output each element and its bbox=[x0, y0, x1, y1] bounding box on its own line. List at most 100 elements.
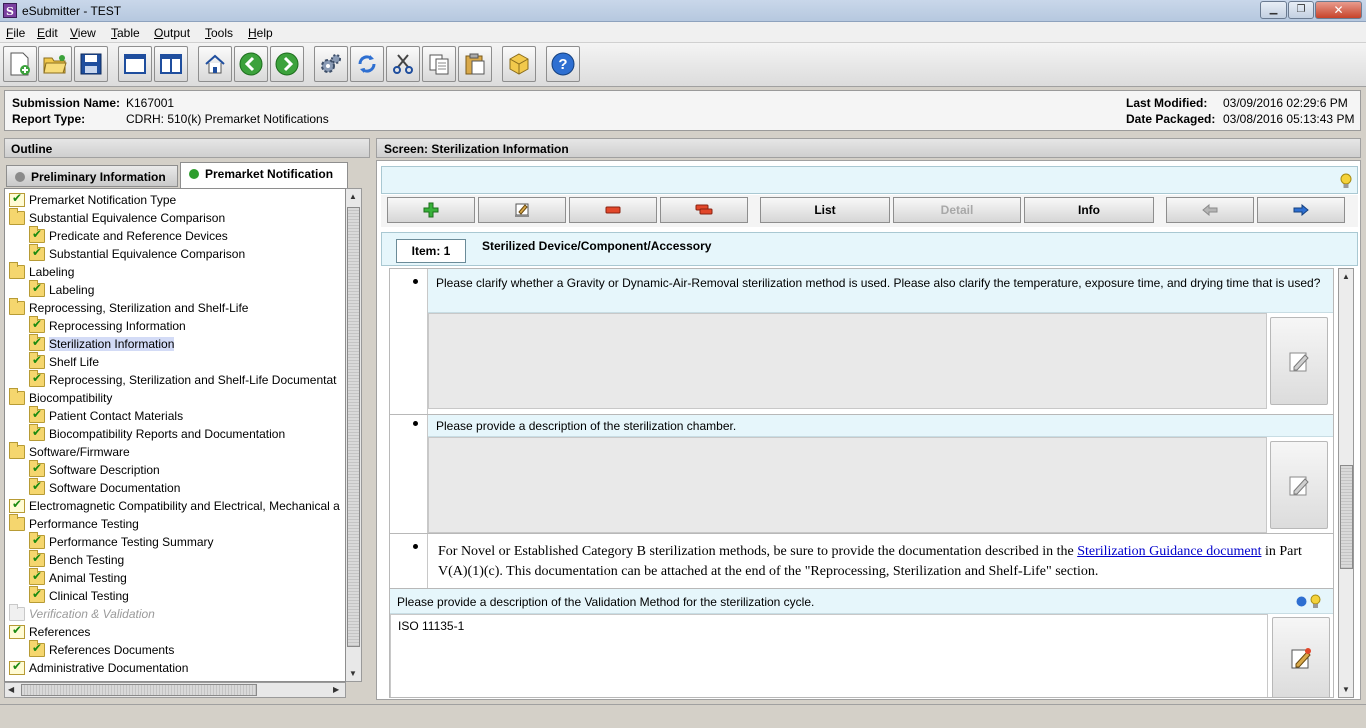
tree-item[interactable]: Labeling bbox=[29, 280, 94, 299]
tree-item[interactable]: Shelf Life bbox=[29, 352, 99, 371]
answer-field[interactable] bbox=[428, 437, 1267, 533]
tree-item[interactable]: Software/Firmware bbox=[9, 442, 130, 461]
tree-item[interactable]: Substantial Equivalence Comparison bbox=[29, 244, 245, 263]
back-icon bbox=[239, 52, 263, 76]
scroll-right-icon[interactable]: ▶ bbox=[333, 685, 339, 694]
answer-field[interactable] bbox=[428, 313, 1267, 409]
tab-preliminary-information[interactable]: Preliminary Information bbox=[6, 165, 178, 187]
copy-button[interactable] bbox=[422, 46, 456, 82]
tree-item[interactable]: Labeling bbox=[9, 262, 74, 281]
menu-edit[interactable]: Edit bbox=[37, 26, 58, 40]
scroll-up-icon[interactable]: ▲ bbox=[349, 192, 357, 201]
open-button[interactable] bbox=[38, 46, 72, 82]
tree-item[interactable]: Reprocessing Information bbox=[29, 316, 186, 335]
folder-check-icon bbox=[29, 532, 45, 549]
tree-item[interactable]: Clinical Testing bbox=[29, 586, 129, 605]
sterilization-guidance-link[interactable]: Sterilization Guidance document bbox=[1077, 544, 1261, 559]
tree-item[interactable]: Animal Testing bbox=[29, 568, 127, 587]
info-dot-icon[interactable] bbox=[1296, 596, 1307, 607]
tree-item[interactable]: Performance Testing bbox=[9, 514, 139, 533]
scroll-thumb[interactable] bbox=[21, 684, 257, 696]
menu-table[interactable]: Table bbox=[111, 26, 140, 40]
save-button[interactable] bbox=[74, 46, 108, 82]
questions-vertical-scrollbar[interactable]: ▲ ▼ bbox=[1338, 268, 1354, 698]
window-button[interactable] bbox=[118, 46, 152, 82]
edit-answer-button[interactable] bbox=[1272, 617, 1330, 697]
scroll-thumb[interactable] bbox=[347, 207, 360, 647]
tree-item[interactable]: Performance Testing Summary bbox=[29, 532, 214, 551]
add-item-button[interactable] bbox=[387, 197, 475, 223]
tree-item[interactable]: Verification & Validation bbox=[9, 604, 155, 623]
split-view-button[interactable] bbox=[154, 46, 188, 82]
edit-record-button[interactable] bbox=[478, 197, 566, 223]
lightbulb-icon[interactable] bbox=[1310, 594, 1321, 609]
item-tab[interactable]: Item: 1 bbox=[396, 239, 466, 263]
paste-button[interactable] bbox=[458, 46, 492, 82]
outline-vertical-scrollbar[interactable]: ▲ ▼ bbox=[346, 188, 362, 682]
tree-item-label: Electromagnetic Compatibility and Electr… bbox=[29, 499, 340, 513]
tree-item-label: Software Description bbox=[49, 463, 160, 477]
tab-premarket-notification[interactable]: Premarket Notification bbox=[180, 162, 348, 188]
edit-answer-button[interactable] bbox=[1270, 441, 1328, 529]
menu-view[interactable]: View bbox=[70, 26, 96, 40]
folder-icon bbox=[9, 262, 25, 279]
previous-item-button[interactable] bbox=[1166, 197, 1254, 223]
menu-tools[interactable]: Tools bbox=[205, 26, 233, 40]
save-icon bbox=[80, 53, 102, 75]
tree-item[interactable]: Electromagnetic Compatibility and Electr… bbox=[9, 497, 340, 515]
cut-button[interactable] bbox=[386, 46, 420, 82]
minimize-button[interactable]: ▁ bbox=[1260, 1, 1287, 19]
scroll-left-icon[interactable]: ◀ bbox=[8, 685, 14, 694]
home-button[interactable] bbox=[198, 46, 232, 82]
new-button[interactable] bbox=[3, 46, 37, 82]
outline-horizontal-scrollbar[interactable]: ◀ ▶ bbox=[4, 682, 346, 698]
scroll-thumb[interactable] bbox=[1340, 465, 1353, 569]
tree-item[interactable]: Software Documentation bbox=[29, 478, 180, 497]
folder-check-icon bbox=[29, 316, 45, 333]
tree-item-label: Predicate and Reference Devices bbox=[49, 229, 228, 243]
detail-button[interactable]: Detail bbox=[893, 197, 1021, 223]
edit-answer-button[interactable] bbox=[1270, 317, 1328, 405]
question-text: Please provide a description of the ster… bbox=[428, 415, 1333, 437]
tree-item[interactable]: Reprocessing, Sterilization and Shelf-Li… bbox=[29, 370, 336, 389]
scroll-down-icon[interactable]: ▼ bbox=[349, 669, 357, 678]
remove-item-button[interactable] bbox=[569, 197, 657, 223]
remove-all-button[interactable] bbox=[660, 197, 748, 223]
folder-icon bbox=[9, 442, 25, 459]
package-button[interactable] bbox=[502, 46, 536, 82]
refresh-button[interactable] bbox=[350, 46, 384, 82]
list-button[interactable]: List bbox=[760, 197, 890, 223]
date-packaged-value: 03/08/2016 05:13:43 PM bbox=[1223, 112, 1355, 126]
tree-item[interactable]: Predicate and Reference Devices bbox=[29, 226, 228, 245]
tree-item[interactable]: References Documents bbox=[29, 640, 174, 659]
close-button[interactable]: ✕ bbox=[1315, 1, 1362, 19]
tree-item[interactable]: Patient Contact Materials bbox=[29, 406, 183, 425]
tree-item[interactable]: Reprocessing, Sterilization and Shelf-Li… bbox=[9, 298, 248, 317]
validation-method-answer[interactable]: ISO 11135-1 bbox=[390, 614, 1268, 697]
lightbulb-icon[interactable] bbox=[1340, 173, 1352, 189]
tree-item[interactable]: Sterilization Information bbox=[29, 334, 175, 353]
info-button[interactable]: Info bbox=[1024, 197, 1154, 223]
tree-item[interactable]: Biocompatibility bbox=[9, 388, 112, 407]
menu-file[interactable]: File bbox=[6, 26, 25, 40]
forward-button[interactable] bbox=[270, 46, 304, 82]
scroll-down-icon[interactable]: ▼ bbox=[1342, 685, 1350, 694]
package-icon bbox=[509, 53, 529, 75]
next-arrow-icon bbox=[1293, 204, 1309, 216]
tree-item[interactable]: Administrative Documentation bbox=[9, 659, 188, 677]
tree-item[interactable]: Premarket Notification Type bbox=[9, 191, 176, 209]
next-item-button[interactable] bbox=[1257, 197, 1345, 223]
help-button[interactable]: ? bbox=[546, 46, 580, 82]
maximize-button[interactable]: ❐ bbox=[1288, 1, 1314, 19]
tree-item[interactable]: Substantial Equivalence Comparison bbox=[9, 208, 225, 227]
menu-output[interactable]: Output bbox=[154, 26, 190, 40]
back-button[interactable] bbox=[234, 46, 268, 82]
bullet-column bbox=[390, 415, 428, 533]
scroll-up-icon[interactable]: ▲ bbox=[1342, 272, 1350, 281]
tree-item[interactable]: Software Description bbox=[29, 460, 160, 479]
settings-button[interactable] bbox=[314, 46, 348, 82]
tree-item[interactable]: Biocompatibility Reports and Documentati… bbox=[29, 424, 285, 443]
tree-item[interactable]: References bbox=[9, 623, 90, 641]
menu-help[interactable]: Help bbox=[248, 26, 273, 40]
tree-item[interactable]: Bench Testing bbox=[29, 550, 124, 569]
